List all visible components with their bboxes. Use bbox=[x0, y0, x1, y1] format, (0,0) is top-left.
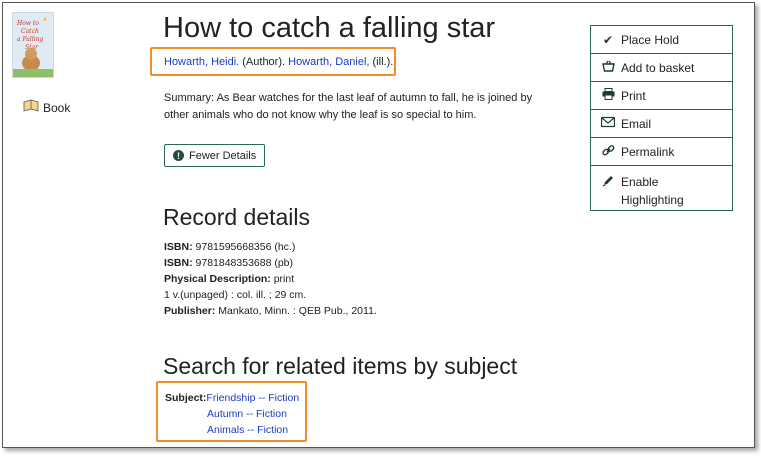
record-details: ISBN: 9781595668356 (hc.) ISBN: 97818483… bbox=[164, 239, 377, 319]
fewer-details-button[interactable]: ! Fewer Details bbox=[164, 144, 266, 167]
check-icon: ✔ bbox=[602, 32, 614, 47]
author-link-heidi[interactable]: Howarth, Heidi. bbox=[164, 56, 239, 68]
print-button[interactable]: Print bbox=[590, 81, 733, 110]
subject-list: Subject:Friendship -- Fiction Autumn -- … bbox=[165, 390, 299, 438]
author-link-daniel[interactable]: Howarth, Daniel, bbox=[288, 56, 369, 68]
pencil-icon bbox=[601, 174, 615, 190]
authors-line: Howarth, Heidi. (Author). Howarth, Danie… bbox=[164, 56, 393, 68]
physical-description-row: Physical Description: print bbox=[164, 273, 295, 285]
permalink-button[interactable]: Permalink bbox=[590, 137, 733, 166]
isbn-row: ISBN: 9781595668356 (hc.) bbox=[164, 241, 296, 253]
record-details-heading: Record details bbox=[163, 204, 311, 230]
print-icon bbox=[601, 88, 615, 103]
place-hold-button[interactable]: ✔ Place Hold bbox=[590, 25, 733, 54]
svg-text:How to: How to bbox=[16, 20, 39, 27]
record-title: How to catch a falling star bbox=[163, 12, 496, 44]
format-indicator: Book bbox=[23, 99, 70, 116]
svg-text:a Falling: a Falling bbox=[17, 36, 43, 43]
related-subjects-heading: Search for related items by subject bbox=[163, 353, 518, 379]
format-label: Book bbox=[43, 100, 71, 115]
author-role: (Author). bbox=[242, 56, 286, 68]
publisher-row: Publisher: Mankato, Minn. : QEB Pub., 20… bbox=[164, 305, 377, 317]
book-cover-image[interactable]: How to Catch a Falling Star bbox=[12, 12, 54, 78]
basket-icon bbox=[601, 60, 615, 75]
add-to-basket-button[interactable]: Add to basket bbox=[590, 53, 733, 82]
svg-text:Catch: Catch bbox=[21, 28, 39, 35]
physical-extent-row: 1 v.(unpaged) : col. ill. ; 29 cm. bbox=[164, 289, 307, 301]
info-icon: ! bbox=[173, 150, 184, 161]
enable-highlighting-button[interactable]: Enable Highlighting bbox=[590, 165, 733, 211]
subject-link-friendship[interactable]: Friendship -- Fiction bbox=[206, 392, 299, 404]
record-actions: ✔ Place Hold Add to basket Print Email P… bbox=[590, 25, 733, 211]
isbn-row: ISBN: 9781848353688 (pb) bbox=[164, 257, 294, 269]
author-role: (ill.). bbox=[372, 56, 394, 68]
book-icon bbox=[23, 99, 39, 116]
link-icon bbox=[601, 144, 615, 160]
summary-text: Summary: As Bear watches for the last le… bbox=[164, 92, 533, 121]
subject-link-autumn[interactable]: Autumn -- Fiction bbox=[207, 408, 287, 420]
email-button[interactable]: Email bbox=[590, 109, 733, 138]
fewer-details-label: Fewer Details bbox=[189, 149, 257, 162]
email-icon bbox=[600, 116, 616, 131]
subject-link-animals[interactable]: Animals -- Fiction bbox=[207, 424, 288, 436]
subject-label: Subject: bbox=[165, 392, 207, 404]
